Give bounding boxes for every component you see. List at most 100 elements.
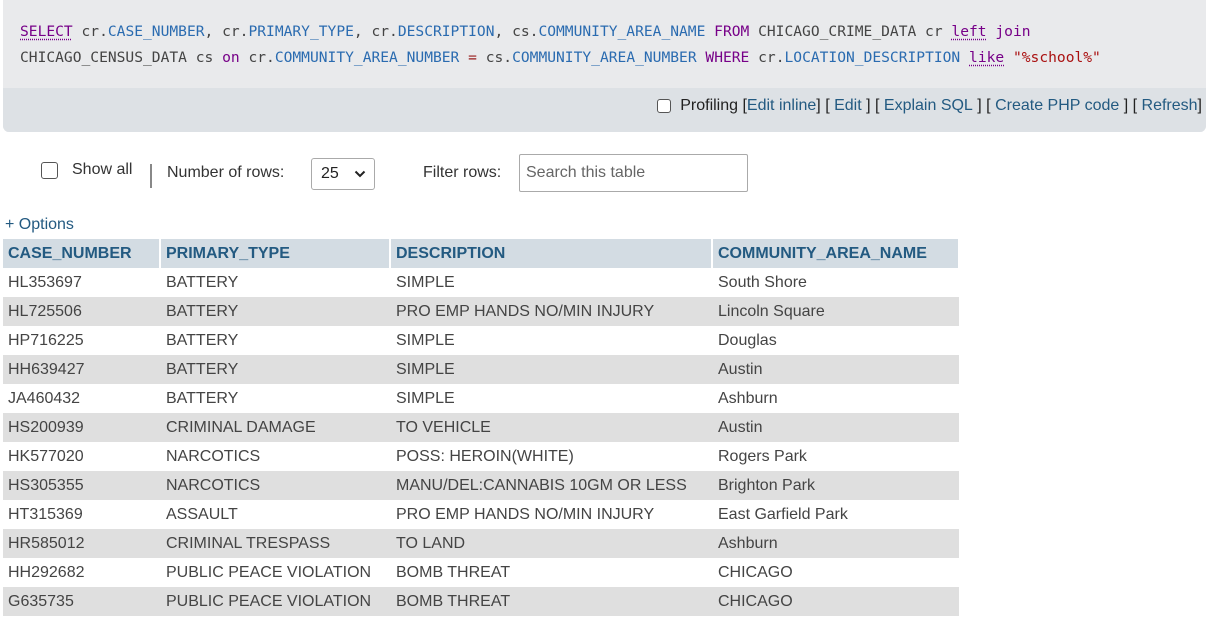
table-row[interactable]: HT315369 ASSAULT PRO EMP HANDS NO/MIN INJU… bbox=[3, 500, 959, 529]
show-all-label: Show all bbox=[72, 161, 133, 178]
sql-token: "%school%" bbox=[1012, 49, 1101, 66]
explain-sql-link[interactable]: Explain SQL bbox=[884, 97, 973, 115]
sql-token: FROM bbox=[714, 23, 750, 40]
table-cell: HL353697 bbox=[3, 268, 160, 297]
table-cell: Lincoln Square bbox=[712, 297, 959, 326]
sql-token: cr. bbox=[72, 23, 108, 40]
table-row[interactable]: JA460432 BATTERY SIMPLE Ashburn bbox=[3, 384, 959, 413]
table-row[interactable]: HS200939 CRIMINAL DAMAGE TO VEHICLE Austin bbox=[3, 413, 959, 442]
table-cell: TO VEHICLE bbox=[390, 413, 712, 442]
column-header-primary-type[interactable]: PRIMARY_TYPE bbox=[160, 239, 391, 268]
table-cell: SIMPLE bbox=[390, 268, 712, 297]
column-header-description[interactable]: DESCRIPTION bbox=[390, 239, 713, 268]
table-cell: Austin bbox=[712, 413, 959, 442]
sql-token: join bbox=[995, 23, 1031, 40]
controls-divider bbox=[150, 164, 152, 188]
edit-inline-link[interactable]: Edit inline bbox=[747, 97, 816, 115]
sql-token: , cr. bbox=[353, 23, 398, 40]
column-header-community-area-name[interactable]: COMMUNITY_AREA_NAME bbox=[712, 239, 960, 268]
table-cell: NARCOTICS bbox=[160, 471, 390, 500]
sql-token: SELECT bbox=[20, 23, 73, 40]
sql-token: CASE_NUMBER bbox=[107, 23, 205, 40]
table-row[interactable]: G635735 PUBLIC PEACE VIOLATION BOMB THREAT… bbox=[3, 587, 959, 616]
sql-token: on bbox=[222, 49, 240, 66]
table-cell: CHICAGO bbox=[712, 558, 959, 587]
table-cell: SIMPLE bbox=[390, 326, 712, 355]
sql-token: , cs. bbox=[494, 23, 539, 40]
table-cell: HS200939 bbox=[3, 413, 160, 442]
table-header-row: CASE_NUMBER PRIMARY_TYPE DESCRIPTION COM… bbox=[3, 239, 960, 268]
refresh-link[interactable]: Refresh bbox=[1142, 97, 1198, 115]
table-cell: ASSAULT bbox=[160, 500, 390, 529]
table-row[interactable]: HR585012 CRIMINAL TRESPASS TO LAND Ashburn bbox=[3, 529, 959, 558]
table-row[interactable]: HS305355 NARCOTICS MANU/DEL:CANNABIS 10GM … bbox=[3, 471, 959, 500]
table-cell: Douglas bbox=[712, 326, 959, 355]
rows-count-value: 25 bbox=[321, 165, 339, 182]
sql-token: cr. bbox=[749, 49, 785, 66]
table-cell: HK577020 bbox=[3, 442, 160, 471]
chevron-down-icon bbox=[354, 159, 366, 200]
table-cell: TO LAND bbox=[390, 529, 712, 558]
table-cell: MANU/DEL:CANNABIS 10GM OR LESS bbox=[390, 471, 712, 500]
sql-token: COMMUNITY_AREA_NUMBER bbox=[512, 49, 697, 66]
profiling-checkbox[interactable] bbox=[657, 99, 672, 113]
table-cell: JA460432 bbox=[3, 384, 160, 413]
table-cell: SIMPLE bbox=[390, 355, 712, 384]
table-cell: BOMB THREAT bbox=[390, 558, 712, 587]
table-cell: Brighton Park bbox=[712, 471, 959, 500]
table-row[interactable]: HL725506 BATTERY PRO EMP HANDS NO/MIN INJU… bbox=[3, 297, 959, 326]
show-all-checkbox[interactable] bbox=[41, 161, 58, 179]
table-cell: Austin bbox=[712, 355, 959, 384]
table-cell: HR585012 bbox=[3, 529, 160, 558]
rows-count-label: Number of rows: bbox=[167, 164, 285, 181]
table-cell: PRO EMP HANDS NO/MIN INJURY bbox=[390, 297, 712, 326]
sql-token: like bbox=[969, 49, 1005, 66]
table-cell: Ashburn bbox=[712, 529, 959, 558]
rows-count-select[interactable]: 25 bbox=[311, 158, 375, 190]
sql-token: PRIMARY_TYPE bbox=[248, 23, 354, 40]
table-row[interactable]: HK577020 NARCOTICS POSS: HEROIN(WHITE) Roge… bbox=[3, 442, 959, 471]
sql-token: LOCATION_DESCRIPTION bbox=[784, 49, 961, 66]
results-table: CASE_NUMBER PRIMARY_TYPE DESCRIPTION COM… bbox=[3, 239, 960, 616]
table-navigation-controls: Show all Number of rows: 25 Filter rows: bbox=[41, 154, 761, 192]
table-cell: Ashburn bbox=[712, 384, 959, 413]
sql-token: , cr. bbox=[204, 23, 249, 40]
sql-token: = bbox=[468, 49, 477, 66]
profiling-label: Profiling bbox=[680, 97, 739, 114]
table-cell: G635735 bbox=[3, 587, 160, 616]
sql-query-text[interactable]: SELECT cr.CASE_NUMBER, cr.PRIMARY_TYPE, … bbox=[20, 19, 1200, 71]
table-row[interactable]: HL353697 BATTERY SIMPLE South Shore bbox=[3, 268, 959, 297]
table-cell: NARCOTICS bbox=[160, 442, 390, 471]
table-cell: BATTERY bbox=[160, 355, 390, 384]
table-cell: POSS: HEROIN(WHITE) bbox=[390, 442, 712, 471]
create-php-code-link[interactable]: Create PHP code bbox=[995, 97, 1119, 115]
table-row[interactable]: HH292682 PUBLIC PEACE VIOLATION BOMB THREA… bbox=[3, 558, 959, 587]
table-cell: Rogers Park bbox=[712, 442, 959, 471]
sql-token: CHICAGO_CRIME_DATA cr bbox=[749, 23, 952, 40]
table-cell: CRIMINAL DAMAGE bbox=[160, 413, 390, 442]
sql-token: cr. bbox=[239, 49, 275, 66]
table-cell: HS305355 bbox=[3, 471, 160, 500]
filter-rows-input[interactable] bbox=[519, 154, 748, 192]
table-cell: BATTERY bbox=[160, 297, 390, 326]
edit-link[interactable]: Edit bbox=[834, 97, 862, 115]
sql-token: COMMUNITY_AREA_NUMBER bbox=[274, 49, 460, 66]
sql-query-panel: SELECT cr.CASE_NUMBER, cr.PRIMARY_TYPE, … bbox=[3, 0, 1206, 132]
filter-rows-label: Filter rows: bbox=[423, 164, 502, 181]
table-cell: CRIMINAL TRESPASS bbox=[160, 529, 390, 558]
sql-token: left bbox=[951, 23, 987, 40]
sql-token: DESCRIPTION bbox=[397, 23, 495, 40]
sql-line-1: SELECT cr.CASE_NUMBER, cr.PRIMARY_TYPE, … bbox=[20, 19, 1200, 45]
table-row[interactable]: HH639427 BATTERY SIMPLE Austin bbox=[3, 355, 959, 384]
table-cell: South Shore bbox=[712, 268, 959, 297]
table-cell: HH292682 bbox=[3, 558, 160, 587]
options-link[interactable]: + Options bbox=[5, 216, 74, 234]
table-cell: SIMPLE bbox=[390, 384, 712, 413]
table-cell: HT315369 bbox=[3, 500, 160, 529]
table-cell: East Garfield Park bbox=[712, 500, 959, 529]
table-row[interactable]: HP716225 BATTERY SIMPLE Douglas bbox=[3, 326, 959, 355]
column-header-case-number[interactable]: CASE_NUMBER bbox=[3, 239, 161, 268]
table-cell: PUBLIC PEACE VIOLATION bbox=[160, 587, 390, 616]
